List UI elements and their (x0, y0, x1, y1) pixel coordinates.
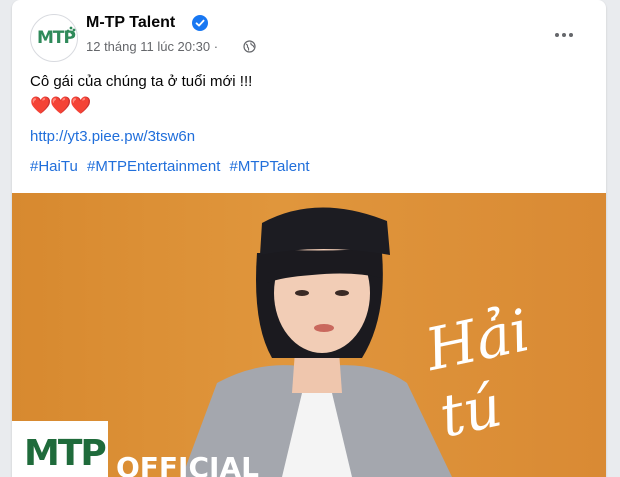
mtp-logo: MTP (12, 421, 108, 477)
post-header: MTP M-TP Talent 12 tháng 11 lúc 20:30 · (12, 0, 606, 62)
hearts-emoji: ❤️❤️❤️ (30, 96, 92, 115)
hashtags: #HaiTu #MTPEntertainment #MTPTalent (30, 158, 310, 175)
avatar-dots-icon (66, 26, 76, 35)
page-name-link[interactable]: M-TP Talent (86, 14, 175, 32)
hashtag-mtpentertainment[interactable]: #MTPEntertainment (87, 158, 220, 175)
official-badge: OFFICIAL (116, 451, 259, 477)
page-avatar[interactable]: MTP (30, 14, 78, 62)
hashtag-mtptalent[interactable]: #MTPTalent (230, 158, 310, 175)
more-icon[interactable] (552, 26, 576, 44)
post-timestamp[interactable]: 12 tháng 11 lúc 20:30 · (86, 39, 218, 54)
mtp-logo-text: MTP (24, 433, 107, 474)
post-image[interactable]: Hải tú MTP OFFICIAL (12, 193, 606, 477)
globe-icon (243, 40, 256, 53)
post-link[interactable]: http://yt3.piee.pw/3tsw6n (30, 128, 195, 145)
post-text: Cô gái của chúng ta ở tuổi mới !!! (30, 73, 253, 90)
verified-icon (192, 15, 208, 31)
hashtag-haitu[interactable]: #HaiTu (30, 158, 78, 175)
facebook-post: MTP M-TP Talent 12 tháng 11 lúc 20:30 · … (12, 0, 606, 477)
